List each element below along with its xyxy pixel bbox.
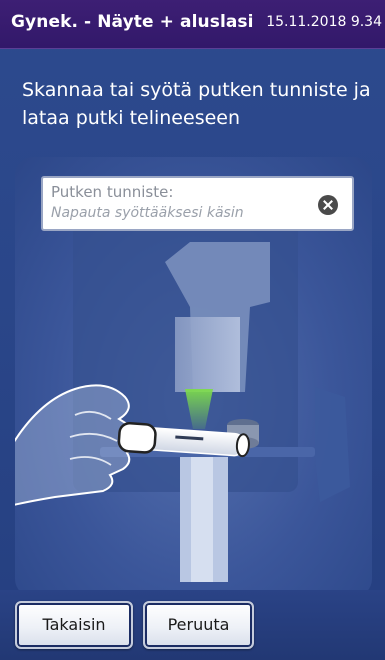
scanner-block <box>175 317 240 392</box>
tube-id-field[interactable]: Putken tunniste: Napauta syöttääksesi kä… <box>41 176 354 231</box>
tube-id-label: Putken tunniste: <box>51 183 174 201</box>
cancel-button[interactable]: Peruuta <box>143 601 254 649</box>
tube-id-placeholder: Napauta syöttääksesi käsin <box>51 205 244 221</box>
screen: Gynek. - Näyte + aluslasi 15.11.2018 9.3… <box>0 0 385 660</box>
screen-title: Gynek. - Näyte + aluslasi <box>11 12 254 32</box>
instruction-text: Skannaa tai syötä putken tunniste ja lat… <box>22 79 371 129</box>
back-button[interactable]: Takaisin <box>15 601 133 649</box>
footer-bar: Takaisin Peruuta <box>0 590 385 660</box>
device-frame <box>315 387 350 502</box>
title-bar: Gynek. - Näyte + aluslasi 15.11.2018 9.3… <box>0 0 385 49</box>
close-circle-icon[interactable] <box>318 195 338 215</box>
date-time: 15.11.2018 9.34 <box>266 14 382 30</box>
tube-holder-post-highlight <box>191 457 213 582</box>
